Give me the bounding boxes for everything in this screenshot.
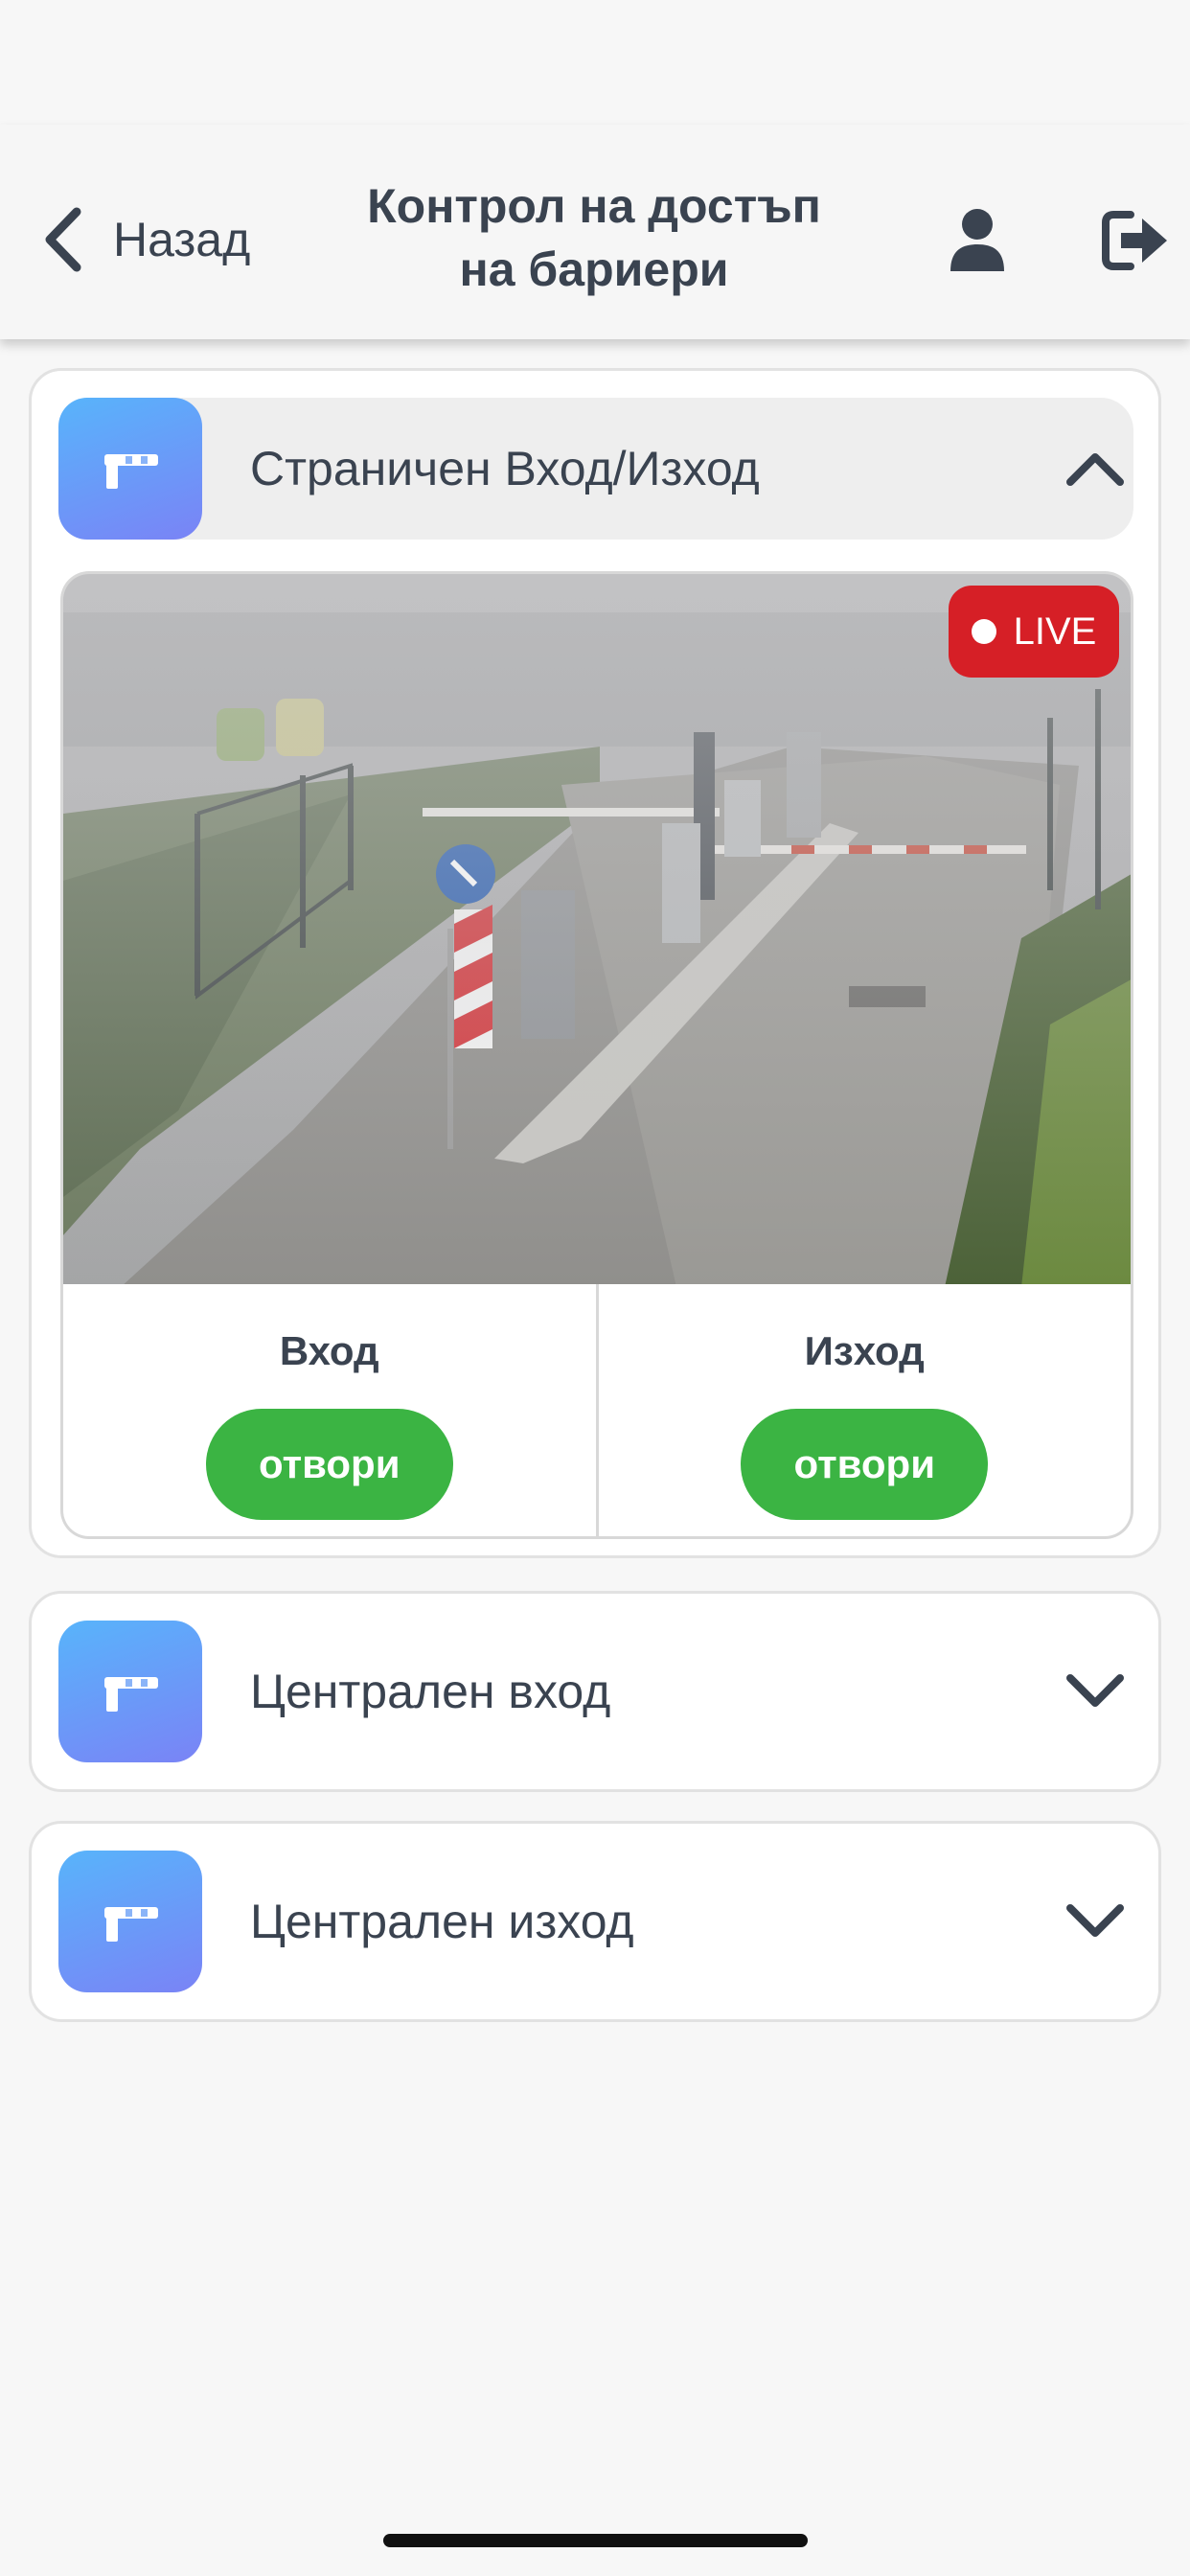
gate-card-side: Страничен Вход/Изход LIVE Вход отвори Из… bbox=[29, 368, 1161, 1558]
gate-card-central-exit: Централен изход bbox=[29, 1821, 1161, 2022]
barrier-gate-icon bbox=[58, 398, 202, 540]
back-label: Назад bbox=[113, 213, 251, 266]
page-title-line2: на бариери bbox=[459, 242, 729, 296]
logout-icon bbox=[1102, 210, 1169, 275]
logout-button[interactable] bbox=[1092, 199, 1179, 286]
back-button[interactable]: Назад bbox=[29, 192, 250, 288]
home-indicator[interactable] bbox=[383, 2534, 808, 2547]
gate-title: Страничен Вход/Изход bbox=[250, 442, 760, 495]
gate-title: Централен вход bbox=[250, 1665, 611, 1718]
gate-controls: Вход отвори Изход отвори bbox=[60, 1284, 1133, 1539]
user-button[interactable] bbox=[939, 199, 1016, 286]
camera-image bbox=[63, 574, 1131, 1284]
gate-header-central-entry[interactable]: Централен вход bbox=[58, 1621, 1133, 1762]
entry-label: Вход bbox=[279, 1328, 379, 1373]
chevron-up-icon bbox=[1057, 430, 1133, 507]
exit-control: Изход отвори bbox=[595, 1284, 1132, 1536]
gate-card-central-entry: Централен вход bbox=[29, 1591, 1161, 1792]
open-exit-button[interactable]: отвори bbox=[741, 1409, 989, 1520]
live-dot-icon bbox=[971, 619, 996, 644]
user-icon bbox=[949, 208, 1006, 278]
barrier-gate-icon bbox=[58, 1851, 202, 1992]
chevron-down-icon bbox=[1057, 1653, 1133, 1730]
status-bar bbox=[0, 0, 1190, 125]
chevron-down-icon bbox=[1057, 1883, 1133, 1960]
camera-feed[interactable]: LIVE bbox=[60, 571, 1133, 1284]
gate-title: Централен изход bbox=[250, 1895, 634, 1948]
open-entry-button[interactable]: отвори bbox=[205, 1409, 453, 1520]
barrier-gate-icon bbox=[58, 1621, 202, 1762]
exit-label: Изход bbox=[804, 1328, 925, 1373]
page-title-line1: Контрол на достъп bbox=[367, 179, 821, 233]
entry-control: Вход отвори bbox=[63, 1284, 596, 1536]
page-title: Контрол на достъп на бариери bbox=[316, 174, 872, 301]
live-label: LIVE bbox=[1013, 610, 1097, 653]
chevron-left-icon bbox=[29, 201, 96, 278]
gate-header-side[interactable]: Страничен Вход/Изход bbox=[58, 398, 1133, 540]
app-header: Назад Контрол на достъп на бариери bbox=[0, 125, 1190, 339]
gate-header-central-exit[interactable]: Централен изход bbox=[58, 1851, 1133, 1992]
live-badge: LIVE bbox=[949, 586, 1119, 678]
